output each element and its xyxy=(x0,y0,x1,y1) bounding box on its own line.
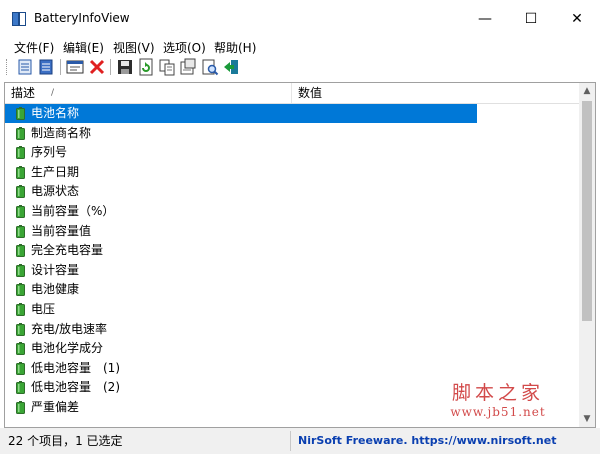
list-item[interactable]: 当前容量（%） xyxy=(5,202,579,222)
list-item-label: 严重偏差 xyxy=(31,400,80,414)
maximize-button[interactable]: ☐ xyxy=(508,0,554,38)
properties-window-icon[interactable] xyxy=(66,58,84,76)
list-item[interactable]: 低电池容量 (1) xyxy=(5,359,579,379)
list-item[interactable]: 生产日期 xyxy=(5,163,579,183)
minimize-button[interactable]: — xyxy=(462,0,508,38)
scroll-down-arrow[interactable]: ▼ xyxy=(579,411,595,427)
list-item[interactable]: 制造商名称 xyxy=(5,124,579,144)
list-item[interactable]: 当前容量值 xyxy=(5,222,579,242)
window-title: BatteryInfoView xyxy=(34,11,130,25)
battery-icon xyxy=(16,322,25,336)
toolbar-grip[interactable] xyxy=(6,59,10,75)
battery-icon xyxy=(16,401,25,414)
list-item-label: 设计容量 xyxy=(31,262,80,277)
battery-icon xyxy=(16,381,25,395)
menu-view[interactable]: 视图(V) xyxy=(113,39,155,56)
scrollbar-thumb[interactable] xyxy=(582,101,592,321)
battery-icon xyxy=(16,165,25,179)
list-item-label: 生产日期 xyxy=(31,164,80,179)
list-item-label: 低电池容量 (1) xyxy=(31,360,120,375)
battery-icon xyxy=(16,107,25,120)
watermark-title: 脚本之家 xyxy=(451,382,544,404)
battery-icon xyxy=(16,205,25,218)
nirsoft-link[interactable]: NirSoft Freeware. https://www.nirsoft.ne… xyxy=(298,432,556,450)
status-bar: 22 个项目，1 已选定 NirSoft Freeware. https://w… xyxy=(0,428,600,454)
find-icon[interactable] xyxy=(201,58,219,76)
column-header-description[interactable]: 描述 / xyxy=(5,83,292,103)
scroll-up-arrow[interactable]: ▲ xyxy=(579,83,595,99)
menu-edit[interactable]: 编辑(E) xyxy=(63,39,104,56)
battery-icon xyxy=(16,263,25,277)
list-item[interactable]: 序列号 xyxy=(5,143,579,163)
list-item-label: 电池健康 xyxy=(31,282,80,297)
list-item-label: 当前容量（%） xyxy=(31,204,115,218)
list-item[interactable]: 完全充电容量 xyxy=(5,241,579,261)
list-item-label: 当前容量值 xyxy=(31,223,92,238)
menu-bar: 文件(F) 编辑(E) 视图(V) 选项(O) 帮助(H) xyxy=(0,38,600,56)
list-item[interactable]: 电源状态 xyxy=(5,182,579,202)
toolbar-separator xyxy=(60,59,61,75)
list-item[interactable]: 设计容量 xyxy=(5,261,579,281)
list-item[interactable]: 电压 xyxy=(5,300,579,320)
list-item[interactable]: 充电/放电速率 xyxy=(5,320,579,340)
watermark-url: www.jb51.net xyxy=(450,405,546,419)
vertical-scrollbar[interactable]: ▲ ▼ xyxy=(579,83,595,427)
battery-info-mode-icon[interactable] xyxy=(16,58,34,76)
battery-icon xyxy=(16,185,25,199)
refresh-icon[interactable] xyxy=(137,58,155,76)
list-item-label: 电源状态 xyxy=(31,184,80,199)
battery-info-list[interactable]: 描述 / 数值 电池名称制造商名称序列号生产日期电源状态当前容量（%） 当前容量值… xyxy=(4,82,596,428)
title-bar: BatteryInfoView — ☐ ✕ xyxy=(0,0,600,38)
list-item-label: 序列号 xyxy=(31,145,68,160)
battery-icon xyxy=(16,303,25,316)
menu-file[interactable]: 文件(F) xyxy=(14,39,54,56)
toolbar xyxy=(4,56,596,78)
battery-icon xyxy=(16,224,25,238)
exit-icon[interactable] xyxy=(222,58,240,76)
battery-icon xyxy=(16,283,25,297)
list-header: 描述 / 数值 xyxy=(5,83,579,104)
battery-icon xyxy=(16,342,25,356)
battery-log-mode-icon[interactable] xyxy=(37,58,55,76)
list-item-label: 电压 xyxy=(31,302,56,316)
battery-icon xyxy=(16,361,25,375)
battery-icon xyxy=(16,244,25,258)
list-item[interactable]: 电池化学成分 xyxy=(5,339,579,359)
battery-icon xyxy=(16,126,25,140)
save-icon[interactable] xyxy=(116,58,134,76)
delete-x-icon[interactable] xyxy=(88,58,106,76)
status-divider xyxy=(290,431,291,451)
html-report-icon[interactable] xyxy=(179,58,197,76)
app-icon xyxy=(12,12,26,26)
column-header-value[interactable]: 数值 xyxy=(292,83,579,103)
menu-help[interactable]: 帮助(H) xyxy=(214,39,256,56)
sort-indicator: / xyxy=(51,88,55,98)
list-item-label: 电池名称 xyxy=(5,104,477,123)
list-item-label: 完全充电容量 xyxy=(31,243,104,258)
battery-icon xyxy=(16,146,25,160)
status-item-count: 22 个项目，1 已选定 xyxy=(8,434,123,448)
toolbar-separator xyxy=(110,59,111,75)
close-button[interactable]: ✕ xyxy=(554,0,600,38)
watermark: 脚本之家 www.jb51.net xyxy=(428,378,568,419)
copy-icon[interactable] xyxy=(158,58,176,76)
list-item-label: 充电/放电速率 xyxy=(31,321,108,336)
menu-options[interactable]: 选项(O) xyxy=(163,39,206,56)
list-item-label: 制造商名称 xyxy=(31,125,92,140)
list-item-label: 低电池容量 (2) xyxy=(31,380,120,395)
list-item[interactable]: 电池健康 xyxy=(5,280,579,300)
list-item[interactable]: 电池名称 xyxy=(5,104,579,124)
list-item-label: 电池化学成分 xyxy=(31,341,104,356)
